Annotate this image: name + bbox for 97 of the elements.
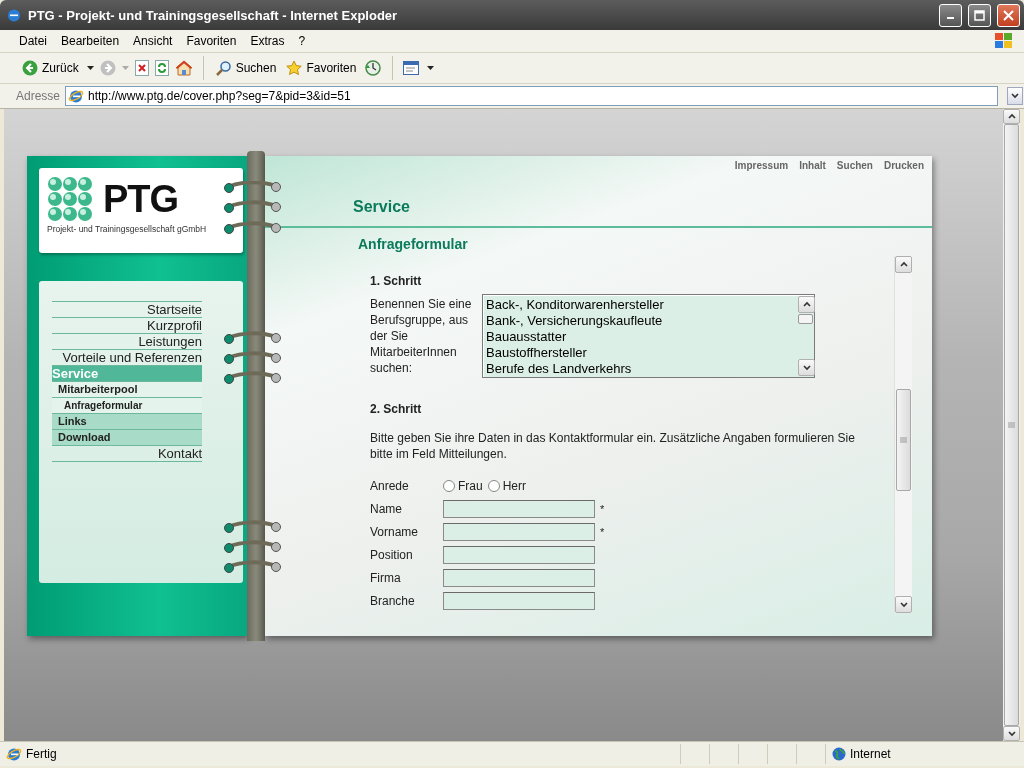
search-button[interactable]: Suchen	[213, 58, 279, 78]
nav-link[interactable]: Mitarbeiterpool	[52, 382, 202, 398]
input-field[interactable]	[443, 499, 595, 518]
step-prompt: Benennen Sie eine Berufsgruppe, aus der Sie MitarbeiterInnen suchen:	[370, 296, 473, 377]
address-field[interactable]: http://www.ptg.de/cover.php?seg=7&pid=3&id=51	[65, 86, 998, 106]
profession-listbox[interactable]: Back-, Konditorwarenhersteller Bank-, Versicherungskaufleute Bauausstatter Baustoffhersteller Berufe des Landverkehrs	[482, 294, 815, 378]
scrollbar-thumb[interactable]	[896, 388, 911, 491]
home-icon[interactable]	[174, 60, 193, 76]
chevron-down-icon	[1007, 730, 1016, 737]
grip-icon	[900, 436, 907, 443]
grip-icon	[1008, 422, 1015, 428]
menu-item[interactable]: Extras	[245, 32, 290, 50]
logo-subtitle: Projekt- und Trainingsgesellschaft gGmbH	[47, 224, 208, 234]
section-heading: Anfrageformular	[358, 236, 469, 252]
list-option[interactable]: Berufe des Landverkehrs	[486, 361, 797, 377]
maximize-button[interactable]	[968, 3, 991, 27]
favorites-button[interactable]: Favoriten	[284, 58, 359, 78]
minimize-icon	[947, 17, 954, 19]
form-label: Branche	[370, 594, 416, 609]
stop-icon[interactable]	[134, 60, 149, 76]
scrollbar-thumb[interactable]	[1004, 124, 1019, 726]
scroll-up-button[interactable]	[895, 256, 912, 273]
star-icon	[286, 60, 303, 76]
refresh-icon[interactable]	[154, 60, 169, 76]
address-label: Adresse	[16, 89, 61, 103]
list-option[interactable]: Back-, Konditorwarenhersteller	[486, 297, 797, 313]
spheres-logo-icon	[47, 176, 93, 222]
security-zone-text: Internet	[850, 747, 891, 761]
logo-wordmark: PTG	[103, 177, 179, 221]
caret-icon[interactable]	[86, 66, 94, 70]
scroll-down-button[interactable]	[798, 359, 815, 376]
input-field[interactable]	[443, 546, 595, 565]
nav-link[interactable]: Leistungen	[52, 334, 202, 350]
input-field[interactable]	[443, 569, 595, 588]
edit-page-icon[interactable]	[403, 60, 422, 76]
top-link[interactable]: Impressum	[734, 160, 789, 171]
maximize-icon	[974, 9, 985, 21]
browser-logo-icon	[68, 88, 85, 104]
chevron-down-icon	[899, 601, 908, 608]
menu-item[interactable]: Datei	[14, 32, 52, 50]
list-option[interactable]: Bank-, Versicherungskaufleute	[486, 313, 797, 329]
input-field[interactable]	[443, 592, 595, 611]
status-text: Fertig	[26, 747, 58, 761]
chevron-up-icon	[1007, 113, 1016, 120]
top-link[interactable]: Inhalt	[799, 160, 826, 171]
nav-link[interactable]: Anfrageformular	[52, 398, 202, 414]
window-title: PTG - Projekt- und Trainingsgesellschaft - Internet Exploder	[28, 7, 399, 23]
radio-button[interactable]	[443, 479, 455, 492]
back-button[interactable]: Zurück	[20, 58, 81, 78]
caret-icon[interactable]	[427, 66, 435, 70]
minimize-button[interactable]	[939, 3, 962, 27]
chevron-down-icon	[802, 364, 811, 371]
globe-icon	[832, 747, 846, 761]
menu-item[interactable]: Ansicht	[128, 32, 178, 50]
radio-label: Herr	[502, 478, 527, 493]
nav-link[interactable]: Kontakt	[52, 446, 202, 462]
scroll-down-button[interactable]	[895, 596, 912, 613]
top-link[interactable]: Drucken	[884, 160, 924, 171]
nav-link[interactable]: Startseite	[52, 302, 202, 318]
search-icon	[215, 60, 232, 76]
address-dropdown-button[interactable]	[1007, 87, 1023, 105]
scroll-up-button[interactable]	[798, 296, 815, 313]
input-field[interactable]	[443, 522, 595, 541]
nav-link[interactable]: Download	[52, 430, 202, 446]
chevron-up-icon	[899, 261, 908, 268]
menu-item[interactable]: Bearbeiten	[56, 32, 125, 50]
step-title: 2. Schritt	[370, 402, 423, 416]
form-label: Firma	[370, 571, 402, 586]
menu-item[interactable]: ?	[293, 32, 311, 50]
radio-label: Frau	[458, 478, 483, 493]
menu-item[interactable]: Favoriten	[181, 32, 242, 50]
chevron-up-icon	[802, 301, 811, 308]
form-label: Vorname	[370, 524, 420, 539]
page-heading: Service	[353, 198, 411, 216]
required-mark: *	[600, 502, 605, 515]
nav-link[interactable]: Kurzprofil	[52, 318, 202, 334]
nav-link[interactable]: Links	[52, 414, 202, 430]
form-label: Position	[370, 548, 414, 563]
history-icon[interactable]	[364, 59, 383, 77]
required-mark: *	[600, 525, 605, 538]
chevron-down-icon	[1011, 93, 1019, 99]
top-link[interactable]: Suchen	[836, 160, 873, 171]
close-icon	[1003, 9, 1014, 21]
scrollbar-thumb[interactable]	[798, 314, 813, 324]
browser-logo-icon	[6, 746, 22, 762]
form-label: Name	[370, 501, 403, 516]
scroll-down-button[interactable]	[1003, 726, 1020, 741]
windows-flag-icon	[994, 32, 1014, 50]
list-option[interactable]: Baustoffhersteller	[486, 345, 797, 361]
list-option[interactable]: Bauausstatter	[486, 329, 797, 345]
scroll-up-button[interactable]	[1003, 109, 1020, 124]
radio-button[interactable]	[487, 479, 500, 492]
step-title: 1. Schritt	[370, 274, 423, 288]
instruction-text: Bitte geben Sie ihre Daten in das Kontaktformular ein. Zusätzliche Angaben formulieren Sie bitte im Feld Mitteilungen.	[370, 430, 856, 462]
form-label: Anrede	[370, 478, 410, 493]
browser-logo-icon	[6, 7, 22, 23]
close-button[interactable]	[997, 3, 1020, 27]
